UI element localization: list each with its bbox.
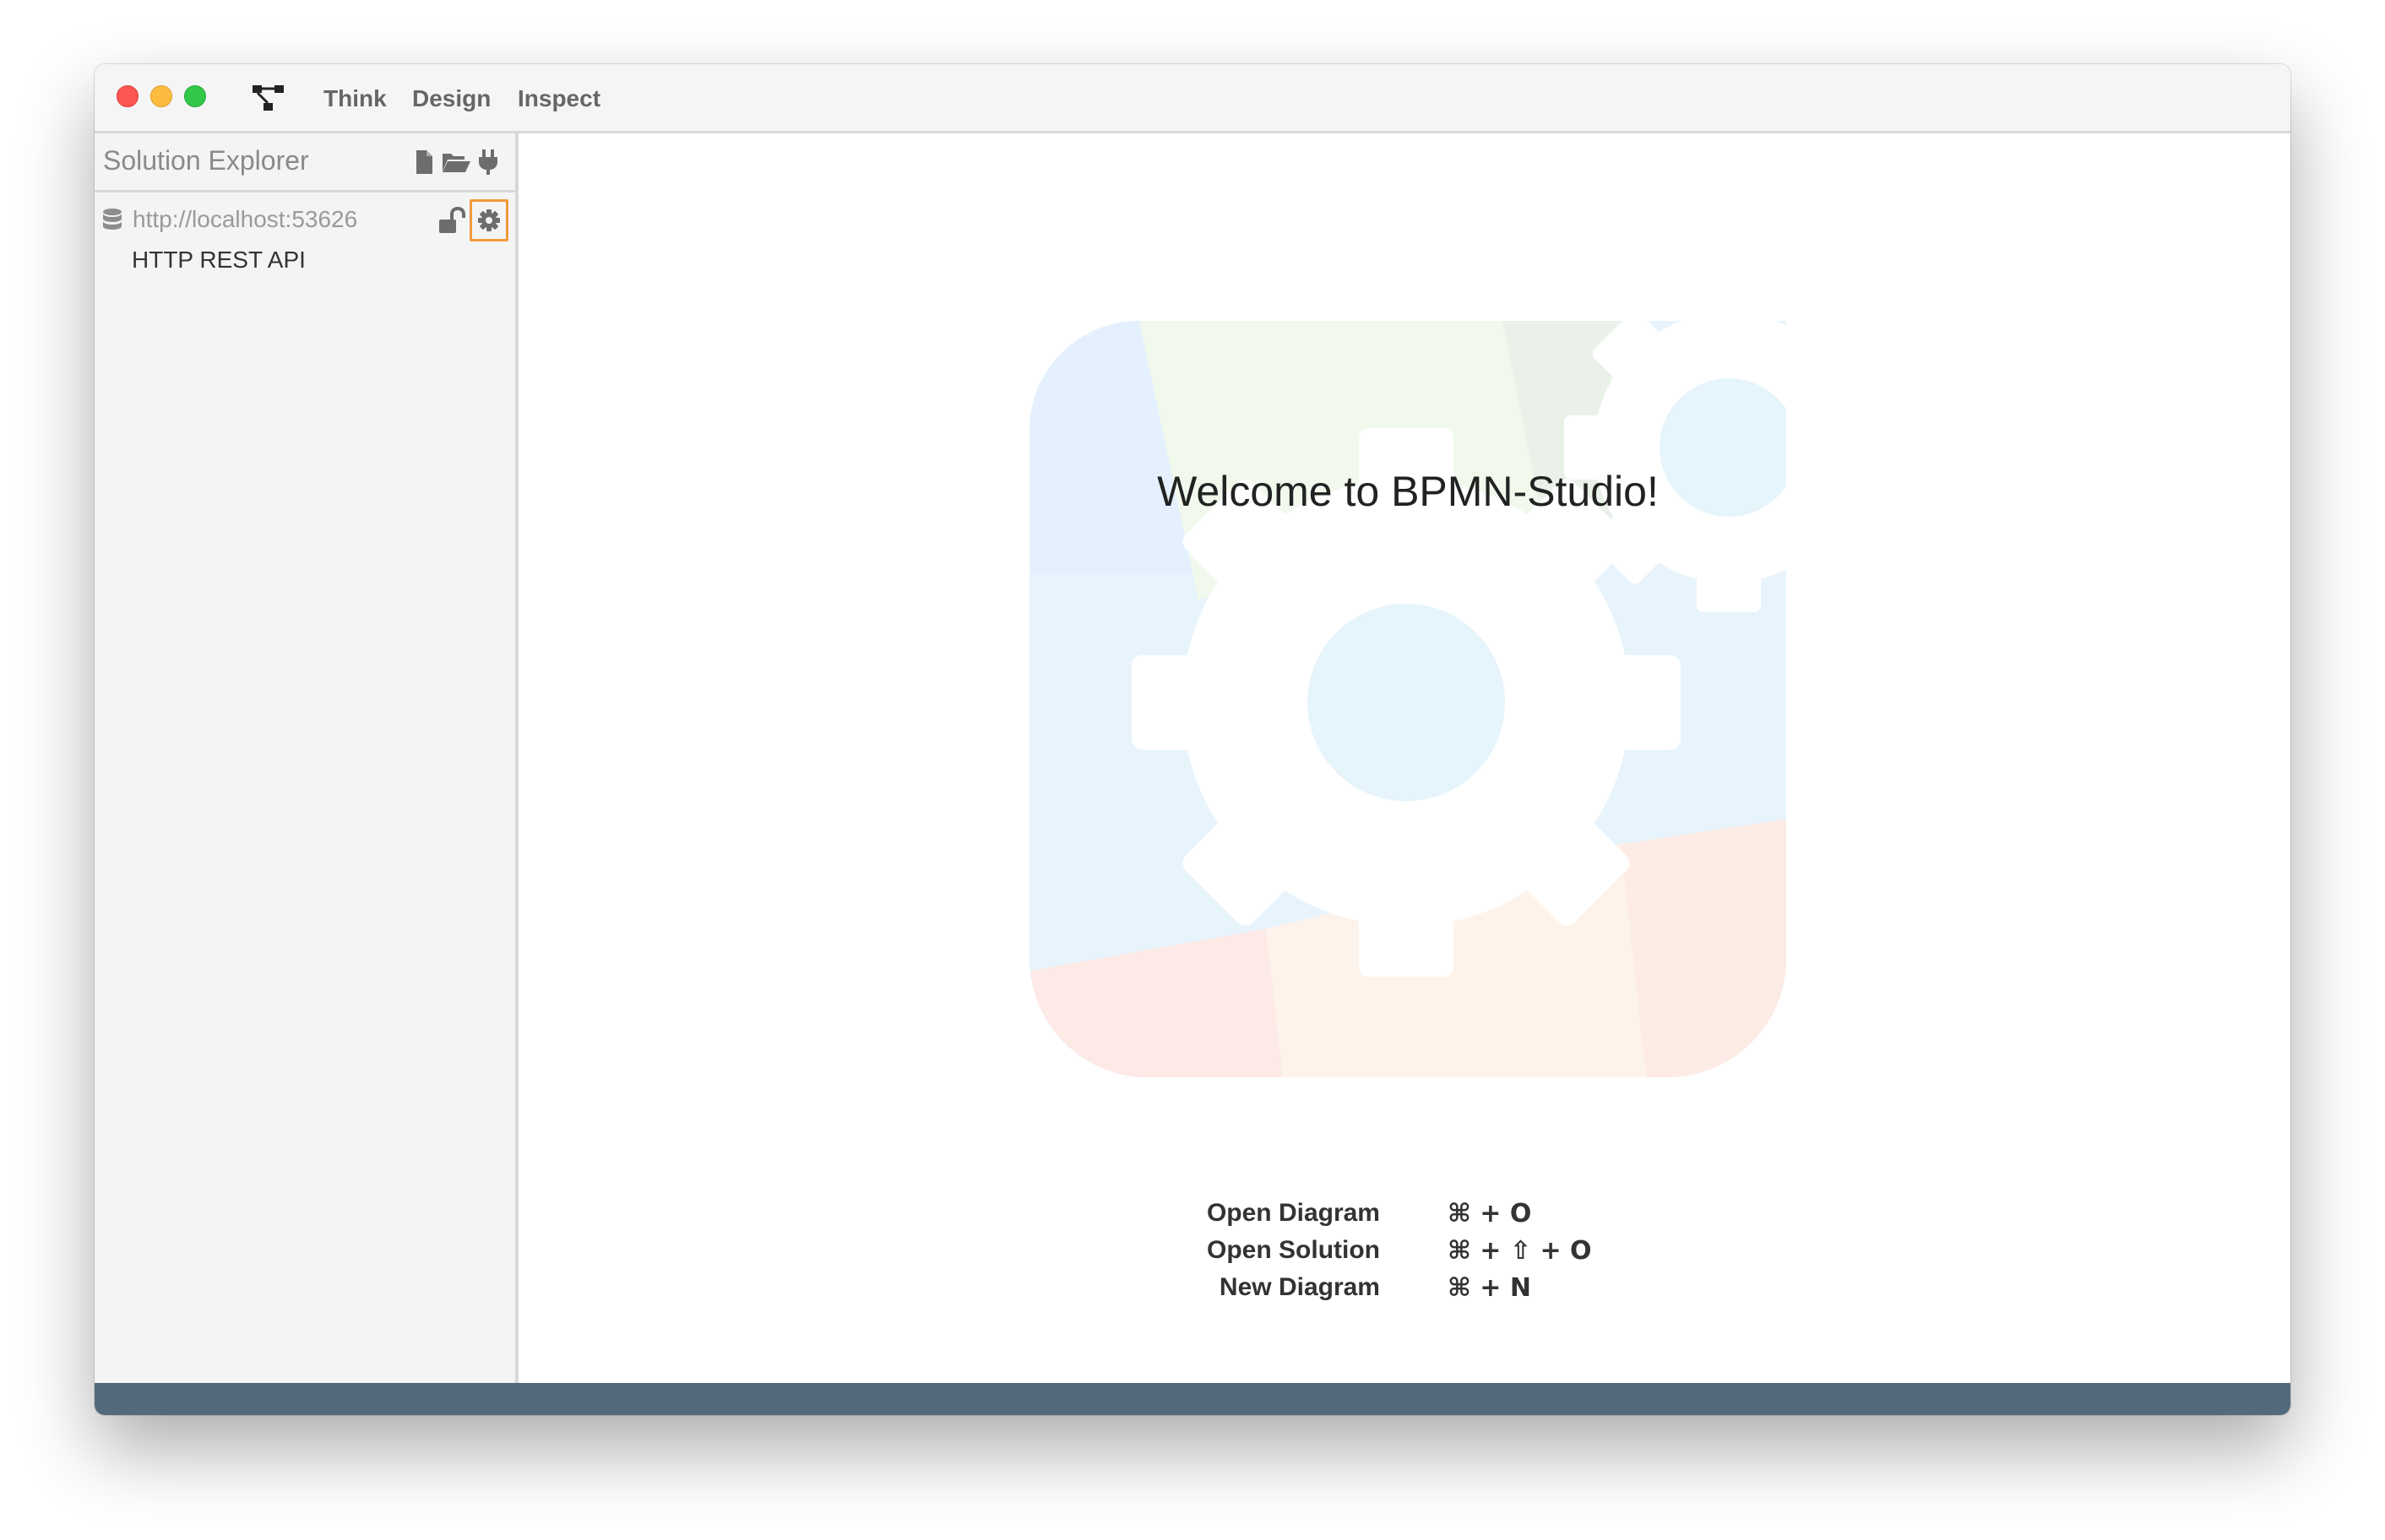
nav-think[interactable]: Think <box>323 64 387 133</box>
title-bar: Think Design Inspect <box>95 64 2290 133</box>
solution-item-http-rest-api[interactable]: HTTP REST API <box>132 247 306 274</box>
welcome-title: Welcome to BPMN-Studio! <box>1157 468 1659 515</box>
shortcut-keys: ⌘ + O <box>1448 1199 1532 1228</box>
solution-settings-button[interactable] <box>470 199 508 241</box>
unlocked-icon[interactable] <box>437 206 466 235</box>
solution-explorer-title: Solution Explorer <box>103 145 309 176</box>
gear-icon <box>478 209 500 231</box>
nav-inspect[interactable]: Inspect <box>518 64 600 133</box>
shortcut-label: Open Diagram <box>1206 1199 1380 1227</box>
window-maximize-button[interactable] <box>184 85 206 107</box>
new-file-icon[interactable] <box>410 149 437 176</box>
shortcut-keys: ⌘ + ⇧ + O <box>1448 1236 1592 1266</box>
bpmn-studio-logo-icon[interactable] <box>252 83 285 113</box>
nav-design[interactable]: Design <box>412 64 491 133</box>
solution-entry[interactable]: http://localhost:53626 <box>95 194 515 247</box>
welcome-view: Welcome to BPMN-Studio! Open Diagram ⌘ +… <box>519 133 2290 1415</box>
shortcut-keys: ⌘ + N <box>1448 1273 1531 1303</box>
solution-explorer-panel: Solution Explorer http://localhost:53626… <box>95 133 519 1415</box>
bpmn-studio-welcome-logo <box>1030 321 1786 1077</box>
window-close-button[interactable] <box>117 85 139 107</box>
app-window: Think Design Inspect Solution Explorer h… <box>95 64 2290 1415</box>
solution-url: http://localhost:53626 <box>133 206 358 232</box>
database-icon <box>103 209 122 230</box>
shortcut-open-diagram[interactable]: Open Diagram ⌘ + O <box>519 1199 2290 1236</box>
solution-explorer-header: Solution Explorer <box>95 133 515 192</box>
window-minimize-button[interactable] <box>150 85 172 107</box>
shortcut-label: New Diagram <box>1219 1273 1380 1301</box>
open-folder-icon[interactable] <box>441 149 471 176</box>
shortcut-label: Open Solution <box>1207 1236 1380 1264</box>
plug-icon[interactable] <box>476 149 500 176</box>
shortcut-new-diagram[interactable]: New Diagram ⌘ + N <box>519 1273 2290 1310</box>
shortcut-open-solution[interactable]: Open Solution ⌘ + ⇧ + O <box>519 1236 2290 1273</box>
status-bar <box>95 1383 2290 1415</box>
